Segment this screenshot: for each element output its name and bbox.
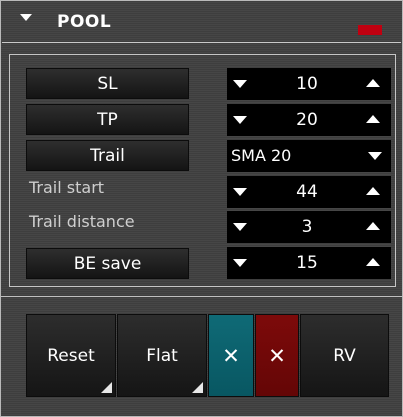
- flat-button[interactable]: Flat: [117, 314, 207, 397]
- sl-button[interactable]: SL: [26, 68, 189, 99]
- be-save-button-label: BE save: [73, 253, 142, 274]
- status-indicator: [358, 25, 382, 35]
- close-buy-x-icon: ✕: [222, 343, 240, 368]
- close-buy-button[interactable]: ✕: [208, 314, 254, 397]
- close-sell-x-icon: ✕: [268, 343, 286, 368]
- trail-start-decrement-icon[interactable]: [233, 188, 247, 196]
- be-save-increment-icon[interactable]: [366, 258, 380, 266]
- be-save-button[interactable]: BE save: [26, 248, 189, 279]
- trail-dropdown-icon[interactable]: [368, 152, 382, 160]
- tp-value[interactable]: 20: [257, 104, 357, 136]
- trail-start-value[interactable]: 44: [257, 176, 357, 208]
- sl-button-label: SL: [97, 73, 118, 94]
- sl-increment-icon[interactable]: [366, 79, 380, 87]
- trail-distance-decrement-icon[interactable]: [233, 223, 247, 231]
- trail-distance-value[interactable]: 3: [257, 211, 357, 243]
- tp-increment-icon[interactable]: [366, 115, 380, 123]
- reset-button[interactable]: Reset: [26, 314, 116, 397]
- collapse-caret-icon[interactable]: [20, 14, 32, 21]
- trail-select[interactable]: SMA 20: [227, 140, 391, 172]
- reset-button-label: Reset: [47, 345, 95, 366]
- tp-decrement-icon[interactable]: [233, 116, 247, 124]
- trail-select-value: SMA 20: [231, 146, 292, 165]
- flat-button-label: Flat: [146, 345, 178, 366]
- trail-distance-increment-icon[interactable]: [366, 222, 380, 230]
- reverse-button[interactable]: RV: [300, 314, 389, 397]
- title-bar: POOL: [2, 2, 401, 43]
- be-save-value[interactable]: 15: [257, 247, 357, 279]
- reset-corner-icon: [101, 382, 112, 393]
- trail-distance-label: Trail distance: [29, 212, 135, 231]
- trail-button[interactable]: Trail: [26, 140, 189, 171]
- trail-button-label: Trail: [90, 145, 125, 166]
- be-save-decrement-icon[interactable]: [233, 259, 247, 267]
- sl-value[interactable]: 10: [257, 68, 357, 100]
- section-divider: [1, 296, 403, 297]
- sl-decrement-icon[interactable]: [233, 80, 247, 88]
- tp-button-label: TP: [97, 109, 118, 130]
- trail-start-increment-icon[interactable]: [366, 187, 380, 195]
- pool-panel: POOL SL 10 TP 20 Trail SMA 20 Trail star…: [0, 0, 403, 417]
- panel-title: POOL: [57, 12, 112, 32]
- close-sell-button[interactable]: ✕: [255, 314, 299, 397]
- trail-start-label: Trail start: [29, 178, 105, 197]
- tp-button[interactable]: TP: [26, 104, 189, 135]
- reverse-button-label: RV: [333, 345, 356, 366]
- flat-corner-icon: [192, 382, 203, 393]
